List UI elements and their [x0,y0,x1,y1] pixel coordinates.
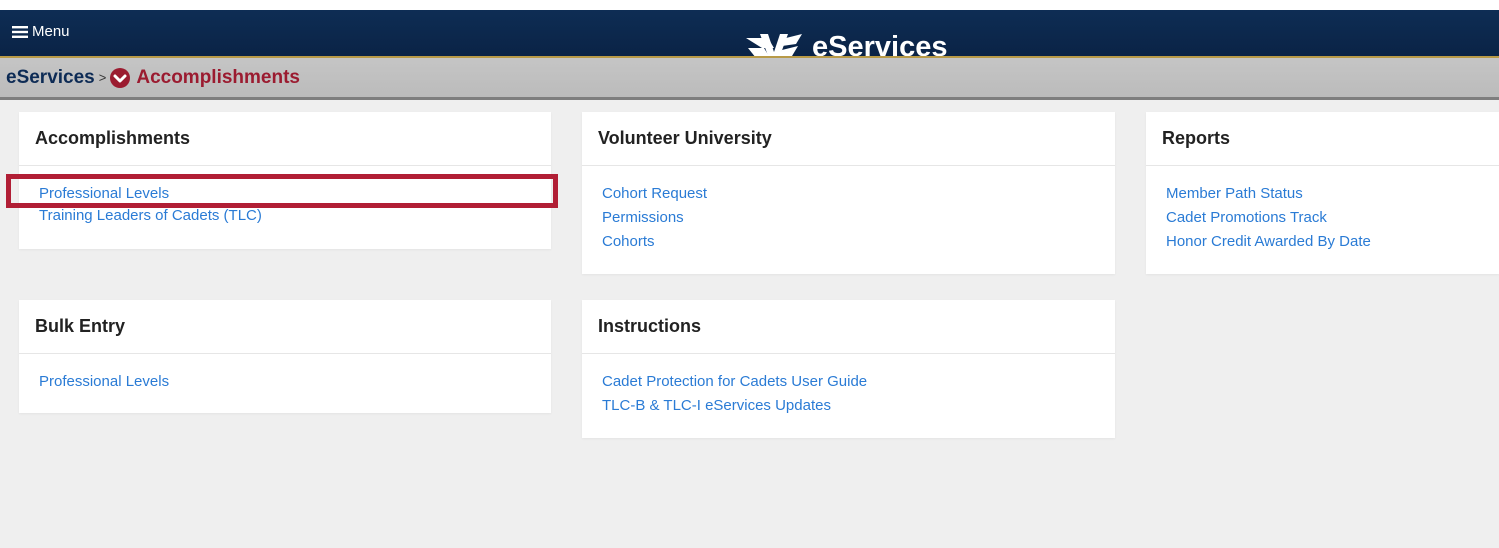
breadcrumb: eServices > Accomplishments [0,56,1499,100]
breadcrumb-root-link[interactable]: eServices [6,67,95,89]
bulk-entry-panel: Bulk Entry Professional Levels [19,300,551,413]
training-leaders-of-cadets-link[interactable]: Training Leaders of Cadets (TLC) [39,206,531,226]
menu-button[interactable]: Menu [12,23,70,40]
permissions-link[interactable]: Permissions [602,206,1095,230]
volunteer-university-panel: Volunteer University Cohort Request Perm… [582,112,1115,274]
cohorts-link[interactable]: Cohorts [602,230,1095,254]
member-path-status-link[interactable]: Member Path Status [1166,182,1479,206]
panel-title: Accomplishments [19,112,551,166]
panel-title: Instructions [582,300,1115,354]
panel-title: Volunteer University [582,112,1115,166]
bulk-professional-levels-link[interactable]: Professional Levels [39,370,531,394]
breadcrumb-current: Accomplishments [136,66,300,88]
panel-links: Cohort Request Permissions Cohorts [582,166,1115,270]
tlc-eservices-updates-link[interactable]: TLC-B & TLC-I eServices Updates [602,394,1095,418]
panel-links: Cadet Protection for Cadets User Guide T… [582,354,1115,434]
professional-levels-link[interactable]: Professional Levels [39,182,531,206]
chevron-circle-down-icon[interactable] [110,67,131,88]
accomplishments-panel: Accomplishments Professional Levels Trai… [19,112,551,249]
panel-links: Professional Levels Training Leaders of … [19,166,551,242]
instructions-panel: Instructions Cadet Protection for Cadets… [582,300,1115,438]
cadet-protection-user-guide-link[interactable]: Cadet Protection for Cadets User Guide [602,370,1095,394]
reports-panel: Reports Member Path Status Cadet Promoti… [1146,112,1499,274]
breadcrumb-separator: > [98,70,107,85]
cadet-promotions-track-link[interactable]: Cadet Promotions Track [1166,206,1479,230]
panel-title: Bulk Entry [19,300,551,354]
panel-title: Reports [1146,112,1499,166]
panel-links: Professional Levels [19,354,551,410]
panel-links: Member Path Status Cadet Promotions Trac… [1146,166,1499,270]
cohort-request-link[interactable]: Cohort Request [602,182,1095,206]
top-navbar: Menu eServices [0,0,1499,72]
honor-credit-awarded-by-date-link[interactable]: Honor Credit Awarded By Date [1166,230,1479,254]
hamburger-icon [12,25,28,38]
menu-label: Menu [32,23,70,40]
